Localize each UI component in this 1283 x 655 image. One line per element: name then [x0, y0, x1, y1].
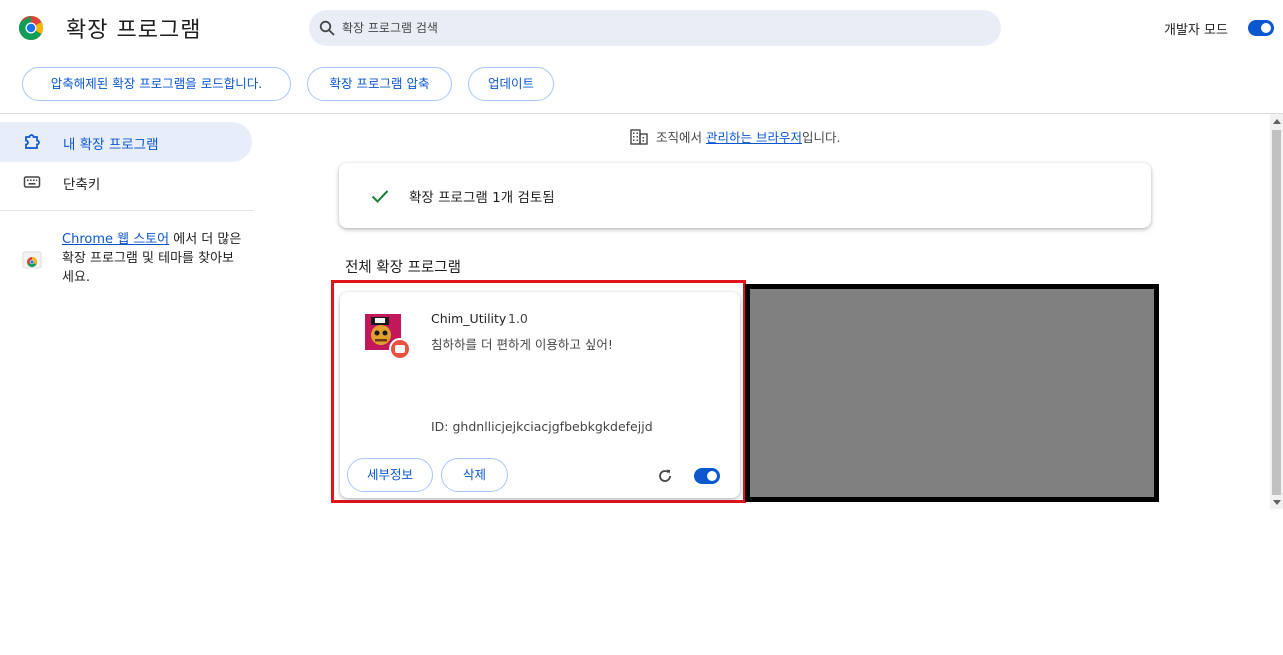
main-content: 조직에서 관리하는 브라우저입니다. 확장 프로그램 1개 검토됨 전체 확장 … — [256, 114, 1270, 655]
sidebar-item-label: 단축키 — [63, 177, 101, 193]
web-store-link[interactable]: Chrome 웹 스토어 — [62, 232, 169, 247]
building-icon — [630, 129, 648, 145]
remove-button[interactable]: 삭제 — [441, 458, 508, 492]
extension-version: 1.0 — [508, 311, 528, 326]
sidebar-item-shortcuts[interactable]: 단축키 — [0, 162, 252, 202]
sidebar-item-my-extensions[interactable]: 내 확장 프로그램 — [0, 122, 252, 162]
review-status-text: 확장 프로그램 1개 검토됨 — [409, 190, 555, 206]
redacted-card-block — [745, 284, 1159, 502]
managed-browser-notice: 조직에서 관리하는 브라우저입니다. — [630, 127, 840, 145]
keyboard-icon — [23, 176, 41, 188]
dev-mode-label: 개발자 모드 — [1164, 23, 1228, 38]
extension-enable-toggle[interactable] — [694, 468, 720, 484]
extension-name: Chim_Utility — [431, 311, 507, 326]
search-input[interactable] — [342, 18, 982, 38]
search-box[interactable] — [309, 10, 1001, 46]
sidebar: 내 확장 프로그램 단축키 Chrome 웹 스토어 에서 더 많은 확장 프로… — [0, 114, 256, 655]
web-store-promo: Chrome 웹 스토어 에서 더 많은 확장 프로그램 및 테마를 찾아보세요… — [62, 230, 242, 287]
reload-icon[interactable] — [656, 467, 674, 485]
toolbar: 압축해제된 확장 프로그램을 로드합니다. 확장 프로그램 압축 업데이트 — [0, 56, 1283, 114]
puzzle-icon — [25, 134, 40, 149]
scroll-down-arrow-icon[interactable] — [1273, 500, 1281, 505]
scrollbar[interactable] — [1270, 114, 1283, 509]
web-store-icon — [22, 251, 42, 269]
scroll-up-arrow-icon[interactable] — [1273, 119, 1281, 124]
review-status-card: 확장 프로그램 1개 검토됨 — [339, 163, 1151, 228]
load-unpacked-button[interactable]: 압축해제된 확장 프로그램을 로드합니다. — [22, 67, 291, 101]
update-button[interactable]: 업데이트 — [468, 67, 554, 101]
extension-id: ID: ghdnllicjejkciacjgfbebkgkdefejjd — [431, 419, 653, 434]
dev-badge-icon — [389, 338, 411, 360]
dev-mode-toggle[interactable] — [1248, 20, 1274, 36]
section-title: 전체 확장 프로그램 — [345, 260, 461, 276]
scrollbar-thumb[interactable] — [1272, 130, 1281, 495]
check-icon — [371, 190, 389, 203]
extension-description: 침하하를 더 편하게 이용하고 싶어! — [431, 337, 613, 352]
details-button[interactable]: 세부정보 — [347, 458, 433, 492]
sidebar-item-label: 내 확장 프로그램 — [63, 137, 159, 153]
managed-suffix: 입니다. — [801, 130, 841, 145]
pack-extension-button[interactable]: 확장 프로그램 압축 — [307, 67, 452, 101]
managed-prefix: 조직에서 — [656, 130, 706, 145]
divider — [0, 210, 254, 211]
extension-card: Chim_Utility 1.0 침하하를 더 편하게 이용하고 싶어! ID:… — [340, 292, 740, 498]
top-bar: 확장 프로그램 개발자 모드 — [0, 0, 1283, 56]
search-icon — [319, 20, 335, 36]
page-title: 확장 프로그램 — [66, 18, 202, 43]
managed-browser-link[interactable]: 관리하는 브라우저 — [706, 130, 802, 145]
chrome-logo-icon — [19, 16, 43, 40]
